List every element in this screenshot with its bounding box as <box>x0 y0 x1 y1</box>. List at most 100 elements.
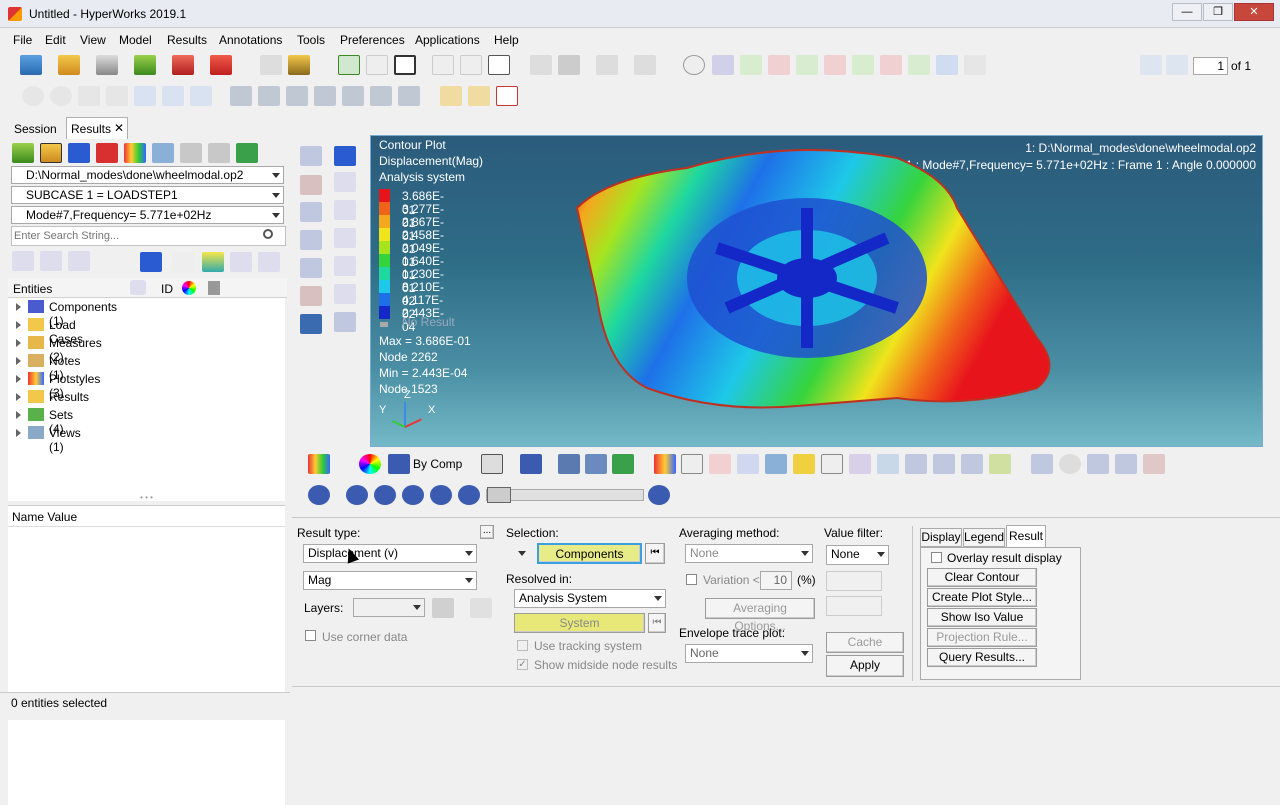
view-3-icon[interactable] <box>286 86 308 106</box>
camera-icon[interactable] <box>936 55 958 75</box>
menu-tools[interactable]: Tools <box>297 33 325 47</box>
graphics-viewport[interactable]: Contour Plot Displacement(Mag) Analysis … <box>370 135 1263 447</box>
view-z-neg-icon[interactable] <box>880 55 902 75</box>
minimize-button[interactable]: — <box>1172 3 1202 21</box>
show-plus-minus-icon[interactable] <box>230 252 252 272</box>
note-icon[interactable] <box>1059 454 1081 474</box>
view-z-icon[interactable] <box>852 55 874 75</box>
network-icon[interactable] <box>152 143 174 163</box>
apply-button[interactable]: Apply <box>826 655 904 677</box>
sync-window-icon[interactable] <box>460 55 482 75</box>
view-7-icon[interactable] <box>398 86 420 106</box>
open-model-icon[interactable] <box>20 55 42 75</box>
overlay-checkbox[interactable] <box>931 552 942 563</box>
expand-icon[interactable] <box>16 339 21 347</box>
prev-page-icon[interactable] <box>1140 55 1162 75</box>
cut-icon[interactable] <box>530 55 552 75</box>
reset-selection-icon[interactable]: ⏮ <box>645 543 665 564</box>
menu-edit[interactable]: Edit <box>45 33 66 47</box>
envelope-select[interactable]: None <box>685 644 813 663</box>
view-2-icon[interactable] <box>258 86 280 106</box>
paste-icon[interactable] <box>596 55 618 75</box>
wheel-model[interactable] <box>567 138 1067 416</box>
slider-thumb[interactable] <box>487 487 511 503</box>
import-icon[interactable] <box>134 55 156 75</box>
isolate-entity-icon[interactable] <box>334 228 356 248</box>
marker-icon[interactable] <box>793 454 815 474</box>
selection-type-dropdown[interactable] <box>514 544 534 563</box>
save-icon[interactable] <box>96 55 118 75</box>
isolate-icon[interactable] <box>68 251 90 271</box>
last-frame-icon[interactable] <box>458 485 480 505</box>
use-tracking-checkbox[interactable] <box>517 640 528 651</box>
slice-icon[interactable] <box>1031 454 1053 474</box>
animation-settings-icon[interactable] <box>648 485 670 505</box>
expand-icon[interactable] <box>16 429 21 437</box>
variation-checkbox[interactable] <box>686 574 697 585</box>
add-page-icon[interactable] <box>338 55 360 75</box>
expand-icon[interactable] <box>16 357 21 365</box>
search-icon[interactable] <box>263 229 273 239</box>
user-icon[interactable] <box>260 55 282 75</box>
system-reset-icon[interactable]: ⏮ <box>648 613 666 633</box>
menu-preferences[interactable]: Preferences <box>340 33 405 47</box>
tensor-icon[interactable] <box>681 454 703 474</box>
create-plot-style-button[interactable]: Create Plot Style... <box>927 588 1037 607</box>
averaging-method-select[interactable]: None <box>685 544 813 563</box>
view-5-icon[interactable] <box>342 86 364 106</box>
page-number-input[interactable]: 1 <box>1193 57 1228 75</box>
capture-graphic-icon[interactable] <box>468 86 490 106</box>
vector-icon[interactable] <box>709 454 731 474</box>
find-icon[interactable] <box>683 55 705 75</box>
search-box[interactable] <box>11 226 286 246</box>
rotate-horizontal-icon[interactable] <box>134 86 156 106</box>
view-options-icon[interactable] <box>964 55 986 75</box>
play-icon[interactable] <box>402 485 424 505</box>
query-icon[interactable] <box>905 454 927 474</box>
by-comp-label[interactable]: By Comp <box>413 457 462 471</box>
info-icon[interactable] <box>130 280 146 295</box>
deformed-icon[interactable] <box>737 454 759 474</box>
subcase-select[interactable]: SUBCASE 1 = LOADSTEP1 <box>11 186 284 204</box>
variation-input[interactable]: 10 <box>760 571 792 590</box>
expand-icon[interactable] <box>16 393 21 401</box>
resolved-in-select[interactable]: Analysis System <box>514 589 666 608</box>
filter-min-input[interactable] <box>826 571 882 591</box>
result-file-select[interactable]: D:\Normal_modes\done\wheelmodal.op2 <box>11 166 284 184</box>
clear-contour-button[interactable]: Clear Contour <box>927 568 1037 587</box>
back-arrow-icon[interactable] <box>712 55 734 75</box>
reset-icon[interactable] <box>488 55 510 75</box>
zoom-icon[interactable] <box>50 86 72 106</box>
capture-image-icon[interactable] <box>440 86 462 106</box>
menu-results[interactable]: Results <box>167 33 207 47</box>
mesh-icon[interactable] <box>300 202 322 222</box>
filter-max-input[interactable] <box>826 596 882 616</box>
close-icon[interactable]: ✕ <box>114 121 124 135</box>
display-icon[interactable] <box>300 314 322 334</box>
menu-view[interactable]: View <box>80 33 106 47</box>
export-ppt-icon[interactable] <box>210 55 232 75</box>
menu-applications[interactable]: Applications <box>415 33 480 47</box>
paste-component-icon[interactable] <box>208 143 230 163</box>
expand-window-icon[interactable] <box>432 55 454 75</box>
contour-legend[interactable]: 3.686E-01 3.277E-01 2.867E-01 2.458E-01 … <box>371 189 491 334</box>
copy-component-icon[interactable] <box>180 143 202 163</box>
menu-annotations[interactable]: Annotations <box>219 33 282 47</box>
previous-frame-icon[interactable] <box>374 485 396 505</box>
hide-icon[interactable] <box>40 251 62 271</box>
show-one-icon[interactable] <box>258 252 280 272</box>
contour-plot-icon[interactable] <box>654 454 676 474</box>
show-all-icon[interactable] <box>334 284 356 304</box>
tab-display[interactable]: Display <box>920 528 962 547</box>
tab-session[interactable]: Session <box>14 122 57 136</box>
show-entity-icon[interactable] <box>334 172 356 192</box>
projection-rule-button[interactable]: Projection Rule... <box>927 628 1037 647</box>
component-select[interactable]: Mag <box>303 571 477 590</box>
section-icon[interactable] <box>1115 454 1137 474</box>
menu-help[interactable]: Help <box>494 33 519 47</box>
add-component-icon[interactable] <box>236 143 258 163</box>
folder-icon[interactable] <box>288 55 310 75</box>
delete-icon[interactable] <box>96 143 118 163</box>
search-input[interactable] <box>14 229 254 243</box>
open-results-icon[interactable] <box>58 55 80 75</box>
